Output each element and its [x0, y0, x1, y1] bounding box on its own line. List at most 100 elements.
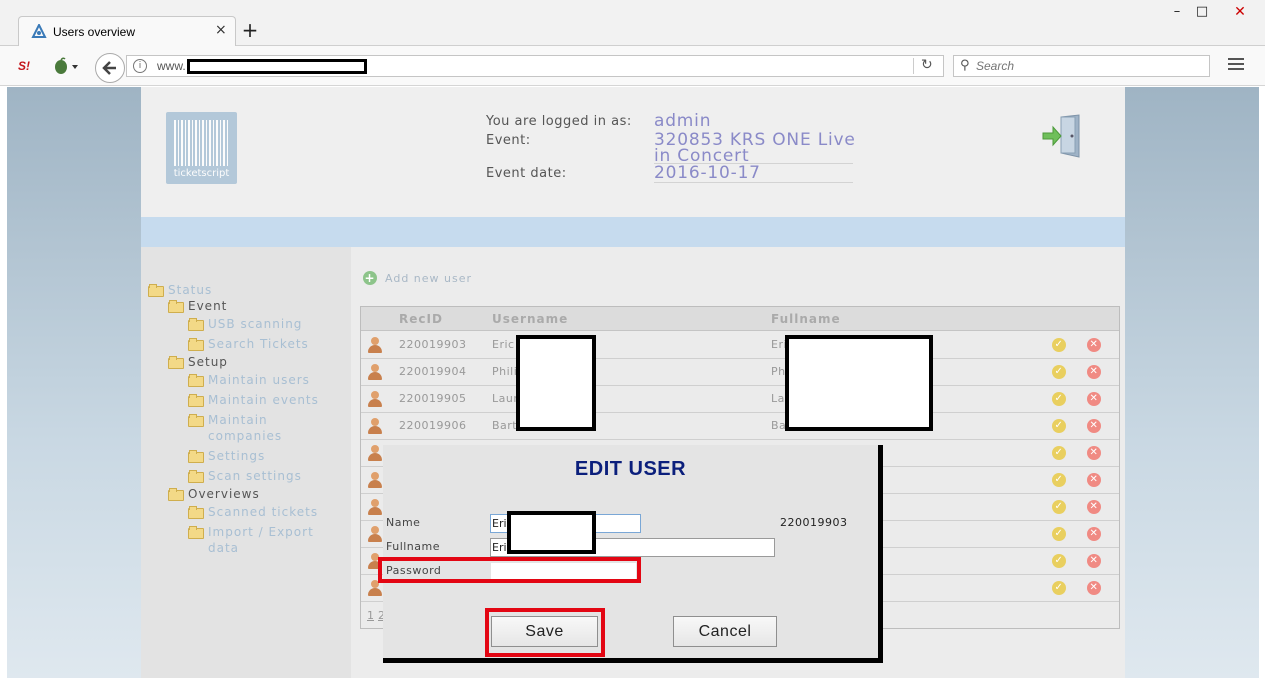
sidebar-item-usb-scanning[interactable]: USB scanning: [188, 317, 302, 331]
sidebar-label: Search Tickets: [208, 337, 309, 351]
search-bar[interactable]: ⚲: [953, 55, 1210, 77]
header-band: [141, 217, 1125, 247]
table-row[interactable]: 220019903 Eric Eri ✓ ✕: [361, 332, 1119, 359]
edit-check-icon[interactable]: ✓: [1052, 392, 1066, 406]
browser-navbar: S! i www. ↻ ⚲: [0, 46, 1265, 86]
fullname-label: Fullname: [386, 540, 441, 553]
sidebar-item-settings[interactable]: Settings: [188, 449, 265, 463]
user-icon: [367, 499, 383, 516]
tab-title: Users overview: [53, 25, 136, 39]
table-row[interactable]: 220019906 Bart Ba ✓ ✕: [361, 413, 1119, 440]
record-id: 220019903: [780, 516, 848, 529]
delete-icon[interactable]: ✕: [1087, 392, 1101, 406]
sidebar-item-import-export[interactable]: Import / Export: [188, 525, 314, 539]
sidebar-item-setup[interactable]: Setup: [168, 355, 228, 369]
cell-recid: 220019904: [399, 365, 467, 378]
page-link[interactable]: 1: [367, 609, 374, 622]
sidebar-item-scanned-tickets[interactable]: Scanned tickets: [188, 505, 318, 519]
sidebar-label: Scanned tickets: [208, 505, 319, 519]
folder-icon: [168, 356, 184, 369]
delete-icon[interactable]: ✕: [1087, 419, 1101, 433]
edit-user-dialog: EDIT USER Name 220019903 Fullname Passwo…: [378, 445, 883, 663]
folder-icon: [148, 284, 164, 297]
edit-check-icon[interactable]: ✓: [1052, 446, 1066, 460]
url-bar[interactable]: i www. ↻: [126, 55, 944, 77]
delete-icon[interactable]: ✕: [1087, 365, 1101, 379]
info-icon[interactable]: i: [133, 59, 147, 73]
sidebar-item-import-export-cont[interactable]: data: [208, 541, 239, 555]
si-addon-icon[interactable]: S!: [18, 59, 30, 73]
edit-check-icon[interactable]: ✓: [1052, 365, 1066, 379]
edit-check-icon[interactable]: ✓: [1052, 527, 1066, 541]
sidebar-item-maintain-companies[interactable]: Maintain: [188, 413, 268, 427]
logo-text: ticketscript: [173, 168, 230, 179]
delete-icon[interactable]: ✕: [1087, 554, 1101, 568]
sidebar-label: data: [208, 541, 240, 555]
cell-recid: 220019903: [399, 338, 467, 351]
new-tab-button[interactable]: +: [240, 20, 260, 40]
cancel-button[interactable]: Cancel: [673, 616, 777, 647]
minimize-button[interactable]: –: [1165, 4, 1189, 19]
dialog-title: EDIT USER: [574, 458, 687, 480]
onion-icon[interactable]: [52, 57, 80, 75]
sidebar-item-status[interactable]: Status: [148, 283, 212, 297]
sidebar-item-event[interactable]: Event: [168, 299, 227, 313]
delete-icon[interactable]: ✕: [1087, 500, 1101, 514]
sidebar-item-maintain-users[interactable]: Maintain users: [188, 373, 310, 387]
url-redaction: [187, 59, 367, 74]
edit-check-icon[interactable]: ✓: [1052, 581, 1066, 595]
table-row[interactable]: 220019905 Laur La ✓ ✕: [361, 386, 1119, 413]
event-date-value: 2016-10-17: [654, 163, 761, 183]
edit-check-icon[interactable]: ✓: [1052, 554, 1066, 568]
close-window-button[interactable]: ✕: [1228, 4, 1252, 20]
table-row[interactable]: 220019904 Phili Phi ✓ ✕: [361, 359, 1119, 386]
column-username[interactable]: Username: [492, 312, 568, 326]
maximize-button[interactable]: □: [1190, 4, 1214, 19]
sidebar-label: Event: [188, 299, 228, 313]
back-button[interactable]: [95, 53, 125, 83]
logout-door-icon[interactable]: [1039, 113, 1085, 159]
delete-icon[interactable]: ✕: [1087, 581, 1101, 595]
sidebar-item-scan-settings[interactable]: Scan settings: [188, 469, 302, 483]
delete-icon[interactable]: ✕: [1087, 446, 1101, 460]
save-highlight: [485, 608, 605, 657]
sidebar-label: Status: [168, 283, 213, 297]
url-text: www.: [157, 59, 186, 73]
folder-icon: [188, 450, 204, 463]
add-new-user-link[interactable]: + Add new user: [363, 271, 472, 285]
table-header: RecID Username Fullname: [361, 307, 1119, 331]
delete-icon[interactable]: ✕: [1087, 338, 1101, 352]
name-label: Name: [386, 516, 421, 529]
search-icon: ⚲: [960, 58, 970, 73]
delete-icon[interactable]: ✕: [1087, 527, 1101, 541]
column-fullname[interactable]: Fullname: [771, 312, 841, 326]
delete-icon[interactable]: ✕: [1087, 473, 1101, 487]
logged-in-label: You are logged in as:: [486, 114, 632, 129]
tab-favicon-icon: [31, 24, 47, 38]
edit-check-icon[interactable]: ✓: [1052, 419, 1066, 433]
tab-close-icon[interactable]: ×: [215, 22, 227, 38]
sidebar-item-search-tickets[interactable]: Search Tickets: [188, 337, 309, 351]
sidebar-item-overviews[interactable]: Overviews: [168, 487, 260, 501]
edit-check-icon[interactable]: ✓: [1052, 473, 1066, 487]
reload-icon[interactable]: ↻: [921, 57, 933, 73]
hamburger-menu-icon[interactable]: [1228, 58, 1244, 72]
search-input[interactable]: [976, 58, 1206, 74]
browser-titlebar: Users overview × + – □ ✕: [0, 0, 1265, 47]
edit-check-icon[interactable]: ✓: [1052, 338, 1066, 352]
sidebar-label: companies: [208, 429, 283, 443]
folder-icon: [168, 300, 184, 313]
add-icon: +: [363, 271, 377, 285]
event-label: Event:: [486, 133, 531, 148]
cell-recid: 220019905: [399, 392, 467, 405]
folder-icon: [188, 506, 204, 519]
column-recid[interactable]: RecID: [399, 312, 443, 326]
back-arrow-icon: [102, 61, 116, 75]
user-icon: [367, 391, 383, 408]
sidebar-item-maintain-events[interactable]: Maintain events: [188, 393, 319, 407]
user-icon: [367, 472, 383, 489]
edit-check-icon[interactable]: ✓: [1052, 500, 1066, 514]
browser-tab[interactable]: Users overview ×: [18, 16, 236, 47]
add-user-label: Add new user: [385, 272, 473, 285]
sidebar-item-maintain-companies-cont[interactable]: companies: [208, 429, 282, 443]
